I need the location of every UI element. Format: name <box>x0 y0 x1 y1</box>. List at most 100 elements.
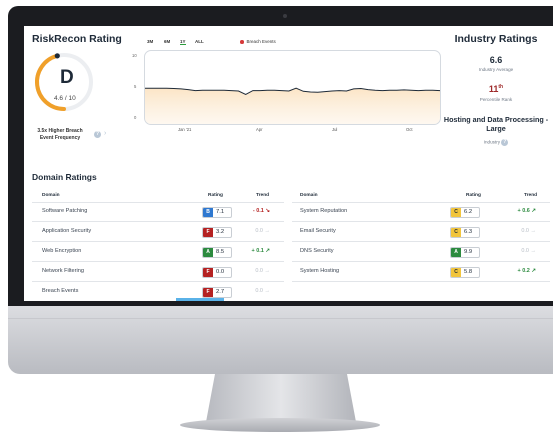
trend-number: + 0.1 <box>251 248 264 254</box>
trend-number: 0.0 <box>255 288 263 294</box>
rating-badge[interactable]: C 5.8 <box>450 267 480 278</box>
domain-name[interactable]: Software Patching <box>42 208 87 214</box>
tab-1y[interactable]: 1Y <box>180 39 186 45</box>
gauge-marker <box>54 53 60 59</box>
rating-score: 4.6 / 10 <box>54 95 76 102</box>
rating-badge[interactable]: A 9.9 <box>450 247 480 258</box>
industry-name: Hosting and Data Processing - Large <box>443 115 549 133</box>
row-divider <box>292 281 550 282</box>
grade-letter: B <box>203 208 213 217</box>
domain-score: 8.5 <box>216 249 225 255</box>
trend-number: - 0.1 <box>252 208 264 214</box>
x-tick-oct: Oct <box>406 127 413 132</box>
trend-value: + 0.6 ↗ <box>510 208 536 214</box>
right-header-rating: Rating <box>466 193 481 198</box>
domain-name[interactable]: System Hosting <box>300 268 339 274</box>
trend-flat-icon: → <box>264 288 271 294</box>
industry-label: Industry <box>483 139 501 145</box>
trend-number: 0.0 <box>521 228 529 234</box>
rating-badge[interactable]: F 3.2 <box>202 227 232 238</box>
grade-letter: F <box>203 268 213 277</box>
percentile-rank-label: Percentile Rank <box>479 97 513 102</box>
tab-6m[interactable]: 6M <box>164 39 170 44</box>
breach-frequency-text: 3.5x Higher Breach Event Frequency <box>37 128 83 141</box>
rating-badge[interactable]: C 6.3 <box>450 227 480 238</box>
x-tick-jan: Jan '21 <box>178 127 192 132</box>
industry-average-value: 6.6 <box>489 55 503 65</box>
trend-flat-icon: → <box>264 268 271 274</box>
breach-events-dot <box>240 40 244 44</box>
rating-badge[interactable]: F 0.0 <box>202 267 232 278</box>
trend-flat-icon: → <box>264 228 271 234</box>
domain-name[interactable]: System Reputation <box>300 208 347 214</box>
breach-events-legend[interactable]: Breach Events <box>240 39 276 44</box>
domain-name[interactable]: Network Filtering <box>42 268 84 274</box>
rating-history-svg <box>145 87 440 124</box>
trend-value: 0.0 → <box>510 248 536 254</box>
domain-score: 2.7 <box>216 289 225 295</box>
trend-up-icon: ↗ <box>531 268 536 274</box>
domain-score: 9.9 <box>464 249 473 255</box>
row-divider <box>32 221 284 222</box>
dashboard-screen: RiskRecon Rating D 4.6 / 10 3.5x Higher … <box>24 26 553 301</box>
percentile-rank-value: 11th <box>442 84 550 94</box>
domain-score: 0.0 <box>216 269 225 275</box>
rating-badge[interactable]: B 7.1 <box>202 207 232 218</box>
scroll-indicator[interactable] <box>176 298 224 301</box>
domain-ratings-title: Domain Ratings <box>32 172 97 182</box>
rating-badge[interactable]: C 6.2 <box>450 207 480 218</box>
rating-badge[interactable]: A 8.5 <box>202 247 232 258</box>
trend-flat-icon: → <box>530 248 537 254</box>
breach-events-label: Breach Events <box>246 39 276 44</box>
row-divider <box>292 221 550 222</box>
grade-letter: F <box>203 288 213 297</box>
row-divider <box>32 281 284 282</box>
industry-ratings-title: Industry Ratings <box>454 33 538 45</box>
domain-name[interactable]: Web Encryption <box>42 248 81 254</box>
left-header-domain: Domain <box>42 193 60 198</box>
domain-name[interactable]: Email Security <box>300 228 336 234</box>
domain-score: 7.1 <box>216 209 225 215</box>
y-tick-0: 0 <box>134 115 137 120</box>
grade-letter: C <box>451 228 461 237</box>
industry-info-icon[interactable]: ? <box>501 139 509 146</box>
rating-badge[interactable]: F 2.7 <box>202 287 232 298</box>
grade-letter: A <box>451 248 461 257</box>
left-header-rating: Rating <box>208 193 223 198</box>
grade-letter: C <box>451 208 461 217</box>
grade-letter: A <box>203 248 213 257</box>
left-header-trend: Trend <box>256 193 270 198</box>
domain-score: 5.8 <box>464 269 473 275</box>
camera-dot <box>283 14 287 18</box>
domain-name[interactable]: Breach Events <box>42 288 78 294</box>
left-header-divider <box>32 202 284 203</box>
domain-score: 3.2 <box>216 229 225 235</box>
riskrecon-title: RiskRecon Rating <box>32 33 122 45</box>
monitor-chin <box>8 306 553 374</box>
trend-number: 0.0 <box>521 248 529 254</box>
percentile-suffix: th <box>498 84 504 90</box>
domain-name[interactable]: DNS Security <box>300 248 334 254</box>
monitor-stand-neck <box>206 374 356 422</box>
row-divider <box>292 241 550 242</box>
chevron-right-icon[interactable]: › <box>104 130 106 137</box>
info-icon[interactable]: ? <box>94 131 101 138</box>
trend-number: + 0.6 <box>517 208 530 214</box>
row-divider <box>292 261 550 262</box>
x-tick-jul: Jul <box>332 127 338 132</box>
right-header-divider <box>292 202 550 203</box>
trend-value: 0.0 → <box>244 228 270 234</box>
domain-name[interactable]: Application Security <box>42 228 91 234</box>
right-header-domain: Domain <box>300 193 318 198</box>
row-divider <box>32 241 284 242</box>
rating-grade: D <box>60 67 74 88</box>
trend-number: + 0.2 <box>517 268 530 274</box>
grade-letter: C <box>451 268 461 277</box>
trend-number: 0.0 <box>255 268 263 274</box>
trend-value: - 0.1 ↘ <box>244 208 270 214</box>
x-tick-apr: Apr <box>256 127 263 132</box>
tab-all[interactable]: ALL <box>195 39 204 44</box>
row-divider <box>32 261 284 262</box>
tab-3m[interactable]: 3M <box>147 39 153 44</box>
trend-up-icon: ↗ <box>531 208 536 214</box>
